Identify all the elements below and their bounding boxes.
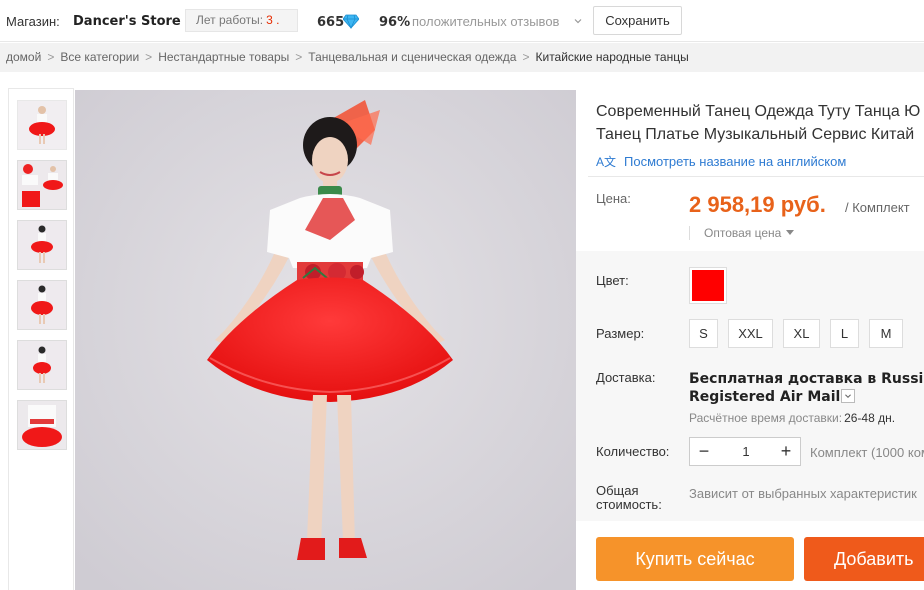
size-option-xxl[interactable]: XXL — [728, 319, 773, 348]
quantity-label: Количество: — [596, 444, 670, 459]
quantity-availability: Комплект (1000 ком — [810, 445, 924, 460]
color-label: Цвет: — [596, 273, 629, 288]
breadcrumb-current[interactable]: Китайские народные танцы — [536, 50, 689, 64]
size-option-xl[interactable]: XL — [783, 319, 820, 348]
add-to-cart-button[interactable]: Добавить — [804, 537, 924, 581]
translate-icon: A文 — [596, 155, 617, 169]
product-price: 2 958,19 руб. — [689, 192, 826, 217]
save-store-button[interactable]: Сохранить — [593, 6, 682, 35]
store-years-label: Лет работы: — [196, 13, 264, 27]
breadcrumb-separator: > — [295, 50, 303, 64]
diamond-icon — [343, 14, 359, 29]
breadcrumb-all-categories[interactable]: Все категории — [60, 50, 139, 64]
thumbnail-image[interactable] — [17, 280, 67, 330]
chevron-down-icon[interactable] — [574, 17, 582, 25]
shipping-estimate-label: Расчётное время доставки: — [689, 411, 843, 425]
price-unit: / Комплект — [845, 200, 910, 215]
translate-title-link[interactable]: A文 Посмотреть название на английском — [596, 153, 846, 170]
shipping-carrier: Registered Air Mail — [689, 389, 841, 405]
wholesale-price-dropdown[interactable]: Оптовая цена — [689, 226, 795, 240]
breadcrumb-home[interactable]: домой — [6, 50, 41, 64]
breadcrumb-dance-clothing[interactable]: Танцевальная и сценическая одежда — [308, 50, 516, 64]
shipping-estimate-days: 26-48 дн. — [844, 411, 896, 425]
positive-feedback-label[interactable]: положительных отзывов — [412, 14, 559, 29]
total-cost-label-line: Общая — [596, 483, 639, 498]
thumbnail-image[interactable] — [17, 220, 67, 270]
store-rating-count: 665 — [317, 15, 345, 30]
thumbnail-strip — [8, 88, 74, 590]
size-option-l[interactable]: L — [830, 319, 859, 348]
size-option-m[interactable]: M — [869, 319, 903, 348]
breadcrumb: домой > Все категории > Нестандартные товары… — [0, 43, 924, 72]
product-title-line: Танец Платье Музыкальный Сервис Китай — [596, 126, 915, 143]
quantity-increase-button[interactable]: + — [772, 438, 800, 465]
store-bar: Магазин: Dancer's Store Лет работы: 3 . 6… — [0, 0, 924, 42]
total-cost-label-line: стоимость: — [596, 497, 662, 512]
translate-title-label[interactable]: Посмотреть название на английском — [624, 154, 846, 169]
thumbnail-image[interactable] — [17, 160, 67, 210]
shipping-estimate: Расчётное время доставки: 26-48 дн. — [689, 411, 895, 425]
thumbnail-image[interactable] — [17, 340, 67, 390]
quantity-decrease-button[interactable]: − — [690, 438, 718, 465]
breadcrumb-separator: > — [47, 50, 55, 64]
store-years-value: 3 . — [266, 13, 280, 27]
store-years-badge: Лет работы: 3 . — [185, 9, 298, 32]
breadcrumb-custom-goods[interactable]: Нестандартные товары — [158, 50, 289, 64]
total-cost-label: Общая стоимость: — [596, 484, 662, 512]
shipping-method: Бесплатная доставка в Russia — [689, 371, 924, 387]
breadcrumb-separator: > — [522, 50, 530, 64]
price-label: Цена: — [596, 191, 631, 206]
positive-feedback-percent: 96% — [379, 15, 411, 30]
quantity-input[interactable]: 1 — [718, 438, 774, 465]
buy-now-button[interactable]: Купить сейчас — [596, 537, 794, 581]
product-title-line: Современный Танец Одежда Туту Танца Ю — [596, 103, 921, 120]
product-main-image[interactable] — [75, 90, 576, 590]
store-label: Магазин: — [6, 14, 60, 29]
store-name-link[interactable]: Dancer's Store — [73, 14, 181, 29]
wholesale-price-label: Оптовая цена — [704, 226, 782, 240]
product-title: Современный Танец Одежда Туту Танца Ю Та… — [596, 100, 924, 146]
shipping-options-chevron-icon[interactable] — [841, 389, 855, 403]
color-swatch-red[interactable] — [689, 267, 727, 304]
size-label: Размер: — [596, 326, 645, 341]
breadcrumb-separator: > — [145, 50, 153, 64]
thumbnail-image[interactable] — [17, 400, 67, 450]
shipping-label: Доставка: — [596, 370, 656, 385]
total-cost-value: Зависит от выбранных характеристик — [689, 486, 917, 501]
size-option-s[interactable]: S — [689, 319, 718, 348]
color-swatch-fill — [692, 270, 724, 301]
thumbnail-image[interactable] — [17, 100, 67, 150]
caret-down-icon — [786, 230, 795, 235]
quantity-stepper: − 1 + — [689, 437, 801, 466]
